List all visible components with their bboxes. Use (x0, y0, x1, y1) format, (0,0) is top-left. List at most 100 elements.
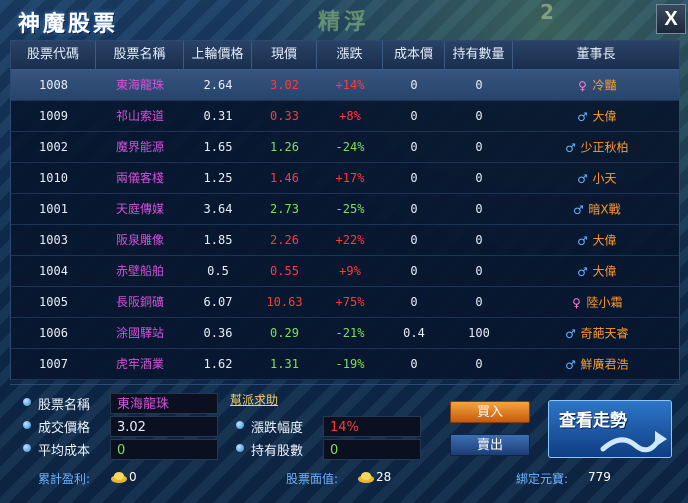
cell-director[interactable]: ♂ 大偉 (513, 225, 679, 255)
table-row[interactable]: 1007 虎牢酒業 1.62 1.31 -19% 0 0 ♂ 鮮廣君浩 (11, 349, 679, 380)
cell-director[interactable]: ♂ 暗X戰 (513, 194, 679, 224)
cell-code: 1010 (39, 171, 68, 185)
price-label: 成交價格 (38, 421, 91, 436)
director-name: 大偉 (592, 264, 617, 279)
holding-field: 0 (323, 439, 421, 460)
cell-name: 涂國驛站 (115, 326, 164, 340)
cell-change: -19% (335, 357, 365, 371)
director-name: 陸小霜 (586, 295, 623, 310)
stock-value-amount: 28 (376, 470, 392, 484)
director-name: 小天 (592, 171, 617, 186)
total-profit-label: 累計盈利: (38, 472, 91, 486)
bound-yuanbao-value: 779 (588, 470, 611, 484)
cell-director[interactable]: ♂ 大偉 (513, 101, 679, 131)
cell-cost: 0 (410, 109, 418, 123)
cell-name: 赤壁船舶 (115, 264, 164, 278)
cell-prev-price: 0.5 (207, 264, 229, 278)
director-name: 鮮廣君浩 (580, 357, 629, 372)
cell-cost: 0 (410, 171, 418, 185)
background-text: 精 (318, 10, 341, 35)
cell-prev-price: 1.25 (203, 171, 233, 185)
cell-quantity: 0 (475, 233, 483, 247)
male-icon: ♂ (565, 357, 576, 372)
bound-yuanbao-label: 綁定元寶: (516, 472, 569, 486)
avg-cost-field: 0 (110, 439, 218, 460)
cell-quantity: 0 (475, 78, 483, 92)
cell-current-price: 1.46 (270, 171, 299, 185)
bullet-icon (236, 421, 244, 429)
cell-director[interactable]: ♀ 冷豔 (513, 70, 679, 100)
cell-director[interactable]: ♂ 大偉 (513, 256, 679, 286)
gang-help-link[interactable]: 幫派求助 (230, 391, 278, 408)
female-icon: ♀ (578, 78, 587, 93)
cell-current-price: 2.26 (270, 233, 299, 247)
cell-code: 1009 (39, 109, 68, 123)
cell-current-price: 1.26 (270, 140, 299, 154)
buy-button[interactable]: 買入 (450, 401, 530, 423)
col-header-cost: 成本價 (383, 41, 445, 69)
table-row[interactable]: 1004 赤壁船舶 0.5 0.55 +9% 0 0 ♂ 大偉 (11, 256, 679, 287)
male-icon: ♂ (577, 171, 588, 186)
cell-code: 1008 (39, 78, 68, 92)
cell-change: +14% (335, 78, 365, 92)
cell-director[interactable]: ♂ 少正秋柏 (513, 132, 679, 162)
director-name: 暗X戰 (588, 202, 621, 217)
cell-cost: 0 (410, 202, 418, 216)
cell-director[interactable]: ♂ 小天 (513, 163, 679, 193)
total-profit-value: 0 (129, 470, 137, 484)
male-icon: ♂ (565, 326, 576, 341)
cell-change: -24% (335, 140, 365, 154)
cell-name: 虎牢酒業 (115, 357, 164, 371)
director-name: 大偉 (592, 109, 617, 124)
gold-ingot-icon (111, 472, 127, 483)
cell-name: 天庭傳媒 (115, 202, 164, 216)
male-icon: ♂ (577, 264, 588, 279)
cell-code: 1001 (39, 202, 68, 216)
table-row[interactable]: 1005 長阪銅礦 6.07 10.63 +75% 0 0 ♀ 陸小霜 (11, 287, 679, 318)
table-row[interactable]: 1009 祁山索道 0.31 0.33 +8% 0 0 ♂ 大偉 (11, 101, 679, 132)
cell-code: 1003 (39, 233, 68, 247)
cell-quantity: 0 (475, 171, 483, 185)
cell-quantity: 0 (475, 140, 483, 154)
stock-value-label: 股票面值: (286, 472, 339, 486)
cell-change: +17% (335, 171, 365, 185)
cell-current-price: 0.29 (270, 326, 299, 340)
cell-name: 長阪銅礦 (115, 295, 164, 309)
cell-director[interactable]: ♂ 鮮廣君浩 (513, 349, 679, 379)
window-title: 神魔股票 (18, 12, 119, 37)
cell-prev-price: 1.62 (203, 357, 233, 371)
sell-button[interactable]: 賣出 (450, 434, 530, 456)
gold-ingot-icon (358, 472, 374, 483)
cell-director[interactable]: ♀ 陸小霜 (513, 287, 679, 317)
table-row[interactable]: 1003 阪泉雕像 1.85 2.26 +22% 0 0 ♂ 大偉 (11, 225, 679, 256)
table-row[interactable]: 1002 魔界能源 1.65 1.26 -24% 0 0 ♂ 少正秋柏 (11, 132, 679, 163)
cell-change: -21% (335, 326, 365, 340)
bullet-icon (23, 444, 31, 452)
female-icon: ♀ (572, 295, 581, 310)
male-icon: ♂ (572, 202, 584, 217)
cell-current-price: 10.63 (266, 295, 303, 309)
table-row[interactable]: 1008 東海龍珠 2.64 3.02 +14% 0 0 ♀ 冷豔 (11, 70, 679, 101)
table-row[interactable]: 1006 涂國驛站 0.36 0.29 -21% 0.4 100 ♂ 奇葩天睿 (11, 318, 679, 349)
stock-table: 股票代碼 股票名稱 上輪價格 現價 漲跌 成本價 持有數量 董事長 1008 東海… (10, 40, 680, 380)
director-name: 大偉 (592, 233, 617, 248)
stock-name-label: 股票名稱 (38, 398, 91, 413)
change-field: 14% (323, 416, 421, 437)
cell-code: 1007 (39, 357, 68, 371)
cell-director[interactable]: ♂ 奇葩天睿 (513, 318, 679, 348)
table-row[interactable]: 1010 兩儀客棧 1.25 1.46 +17% 0 0 ♂ 小天 (11, 163, 679, 194)
table-row[interactable]: 1001 天庭傳媒 3.64 2.73 -25% 0 0 ♂ 暗X戰 (11, 194, 679, 225)
view-trend-button[interactable]: 查看走勢 (548, 400, 672, 458)
col-header-change: 漲跌 (317, 41, 383, 69)
cell-prev-price: 1.65 (203, 140, 233, 154)
trend-arrow-icon (600, 431, 667, 453)
director-name: 冷豔 (592, 78, 617, 93)
cell-quantity: 0 (475, 109, 483, 123)
cell-cost: 0.4 (403, 326, 425, 340)
cell-current-price: 3.02 (270, 78, 299, 92)
cell-cost: 0 (410, 233, 418, 247)
close-button[interactable]: X (656, 4, 686, 34)
col-header-prev-price: 上輪價格 (184, 41, 252, 69)
cell-name: 兩儀客棧 (115, 171, 164, 185)
cell-change: +9% (339, 264, 361, 278)
